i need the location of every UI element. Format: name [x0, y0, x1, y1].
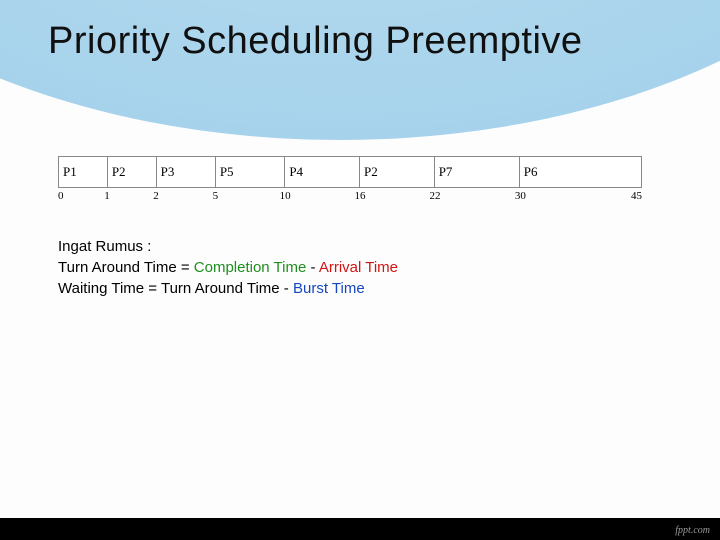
formula-tat: Turn Around Time = Completion Time - Arr…	[58, 257, 398, 278]
gantt-segment: P1	[59, 157, 108, 187]
gantt-segment: P6	[520, 157, 641, 187]
gantt-segment: P5	[216, 157, 286, 187]
gantt-tick: 10	[280, 190, 291, 202]
gantt-ticks: 0 1 2 5 10 16 22 30 45	[58, 188, 642, 204]
gantt-segment: P2	[108, 157, 157, 187]
formula-wt: Waiting Time = Turn Around Time - Burst …	[58, 278, 398, 299]
gantt-segment: P4	[285, 157, 360, 187]
gantt-tick: 2	[153, 190, 159, 202]
gantt-tick: 45	[631, 190, 642, 202]
gantt-tick: 22	[430, 190, 441, 202]
gantt-tick: 30	[515, 190, 526, 202]
formula-intro: Ingat Rumus :	[58, 236, 398, 257]
gantt-tick: 5	[213, 190, 219, 202]
formula-block: Ingat Rumus : Turn Around Time = Complet…	[58, 236, 398, 299]
gantt-tick: 16	[355, 190, 366, 202]
gantt-segment: P3	[157, 157, 216, 187]
gantt-bar: P1P2P3P5P4P2P7P6	[58, 156, 642, 188]
gantt-tick: 0	[58, 190, 64, 202]
gantt-chart: P1P2P3P5P4P2P7P6 01251016223045	[58, 156, 642, 204]
footer-bar: fppt.com	[0, 518, 720, 540]
gantt-segment: P2	[360, 157, 435, 187]
gantt-segment: P7	[435, 157, 520, 187]
gantt-tick: 1	[104, 190, 110, 202]
slide-title: Priority Scheduling Preemptive	[48, 20, 583, 63]
footer-credit: fppt.com	[675, 525, 710, 536]
